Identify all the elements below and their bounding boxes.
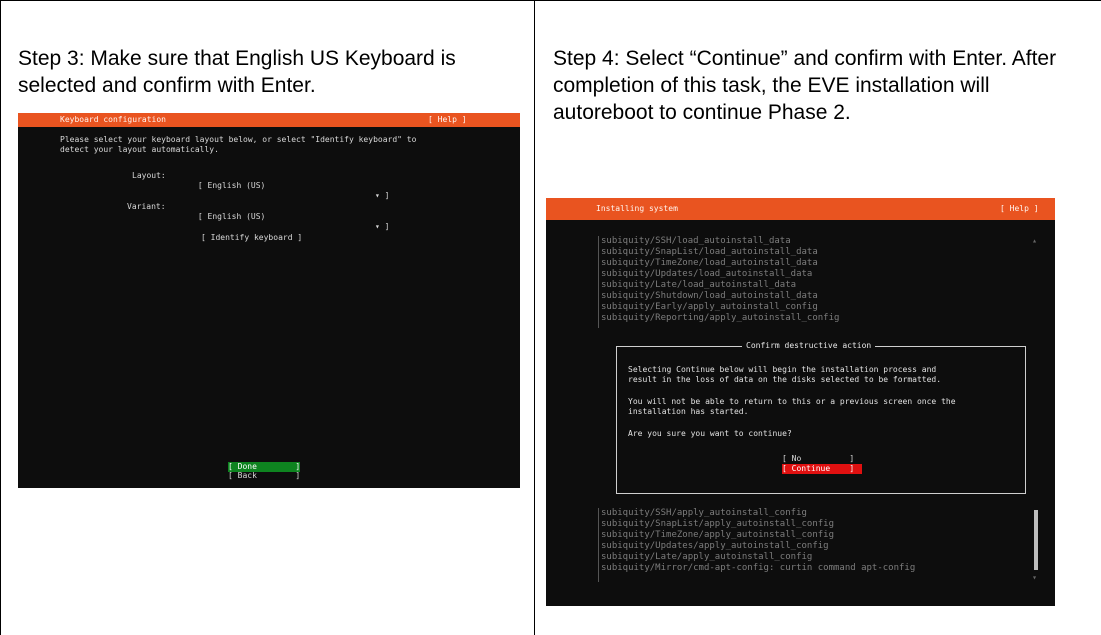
log-line: subiquity/SnapList/load_autoinstall_data	[601, 247, 818, 257]
installing-title-bar: Installing system [ Help ]	[546, 198, 1055, 220]
no-button[interactable]: [ No ]	[782, 454, 862, 464]
log-line: subiquity/TimeZone/apply_autoinstall_con…	[601, 530, 834, 540]
step3-cell: Step 3: Make sure that English US Keyboa…	[0, 0, 534, 635]
confirm-dialog: Confirm destructive action Selecting Con…	[616, 341, 1026, 494]
log-list-bottom[interactable]: subiquity/SSH/apply_autoinstall_config su…	[598, 508, 1039, 582]
help-button[interactable]: [ Help ]	[428, 113, 467, 127]
installing-screen-title: Installing system	[596, 204, 678, 213]
scroll-down-icon: ▾	[1032, 573, 1037, 582]
log-line: subiquity/TimeZone/load_autoinstall_data	[601, 258, 818, 268]
log-line: subiquity/SSH/apply_autoinstall_config	[601, 508, 807, 518]
chevron-down-icon: ▾ ]	[375, 191, 390, 200]
log-line: subiquity/Shutdown/load_autoinstall_data	[601, 291, 818, 301]
scroll-up-icon: ▴	[1032, 236, 1037, 245]
log-list-top[interactable]: subiquity/SSH/load_autoinstall_data subiq…	[598, 236, 1039, 328]
dialog-paragraph-1: Selecting Continue below will begin the …	[628, 365, 942, 384]
log-line: subiquity/Updates/load_autoinstall_data	[601, 269, 813, 279]
keyboard-config-screenshot: Keyboard configuration [ Help ] Please s…	[18, 113, 520, 488]
continue-button[interactable]: [ Continue ]	[782, 464, 862, 474]
dialog-title: Confirm destructive action	[742, 341, 876, 351]
layout-value: [ English (US)	[197, 181, 266, 190]
installing-system-screenshot: Installing system [ Help ] subiquity/SSH…	[546, 198, 1055, 606]
scrollbar-thumb[interactable]	[1034, 510, 1038, 570]
step3-text: Step 3: Make sure that English US Keyboa…	[18, 47, 456, 97]
help-button[interactable]: [ Help ]	[1000, 198, 1039, 220]
keyboard-instructions: Please select your keyboard layout below…	[60, 135, 417, 154]
log-line: subiquity/Late/apply_autoinstall_config	[601, 552, 813, 562]
chevron-down-icon: ▾ ]	[375, 222, 390, 231]
log-line: subiquity/Reporting/apply_autoinstall_co…	[601, 313, 840, 323]
back-button[interactable]: [ Back ]	[228, 471, 300, 481]
log-line: subiquity/Late/load_autoinstall_data	[601, 280, 797, 290]
log-line: subiquity/Updates/apply_autoinstall_conf…	[601, 541, 829, 551]
log-line: subiquity/SSH/load_autoinstall_data	[601, 236, 791, 246]
variant-value: [ English (US)	[197, 212, 266, 221]
log-line: subiquity/Early/apply_autoinstall_config	[601, 302, 818, 312]
keyboard-title-bar: Keyboard configuration [ Help ]	[18, 113, 520, 127]
step4-cell: Step 4: Select “Continue” and confirm wi…	[535, 0, 1101, 635]
layout-label: Layout:	[132, 171, 166, 180]
log-line: subiquity/Mirror/cmd-apt-config: curtin …	[601, 563, 916, 573]
variant-label: Variant:	[127, 202, 166, 211]
dialog-paragraph-2: You will not be able to return to this o…	[628, 397, 956, 416]
identify-keyboard-button[interactable]: [ Identify keyboard ]	[201, 233, 302, 243]
dialog-question: Are you sure you want to continue?	[628, 429, 792, 438]
log-line: subiquity/SnapList/apply_autoinstall_con…	[601, 519, 834, 529]
step4-text: Step 4: Select “Continue” and confirm wi…	[553, 47, 1057, 124]
keyboard-screen-title: Keyboard configuration	[60, 115, 166, 124]
